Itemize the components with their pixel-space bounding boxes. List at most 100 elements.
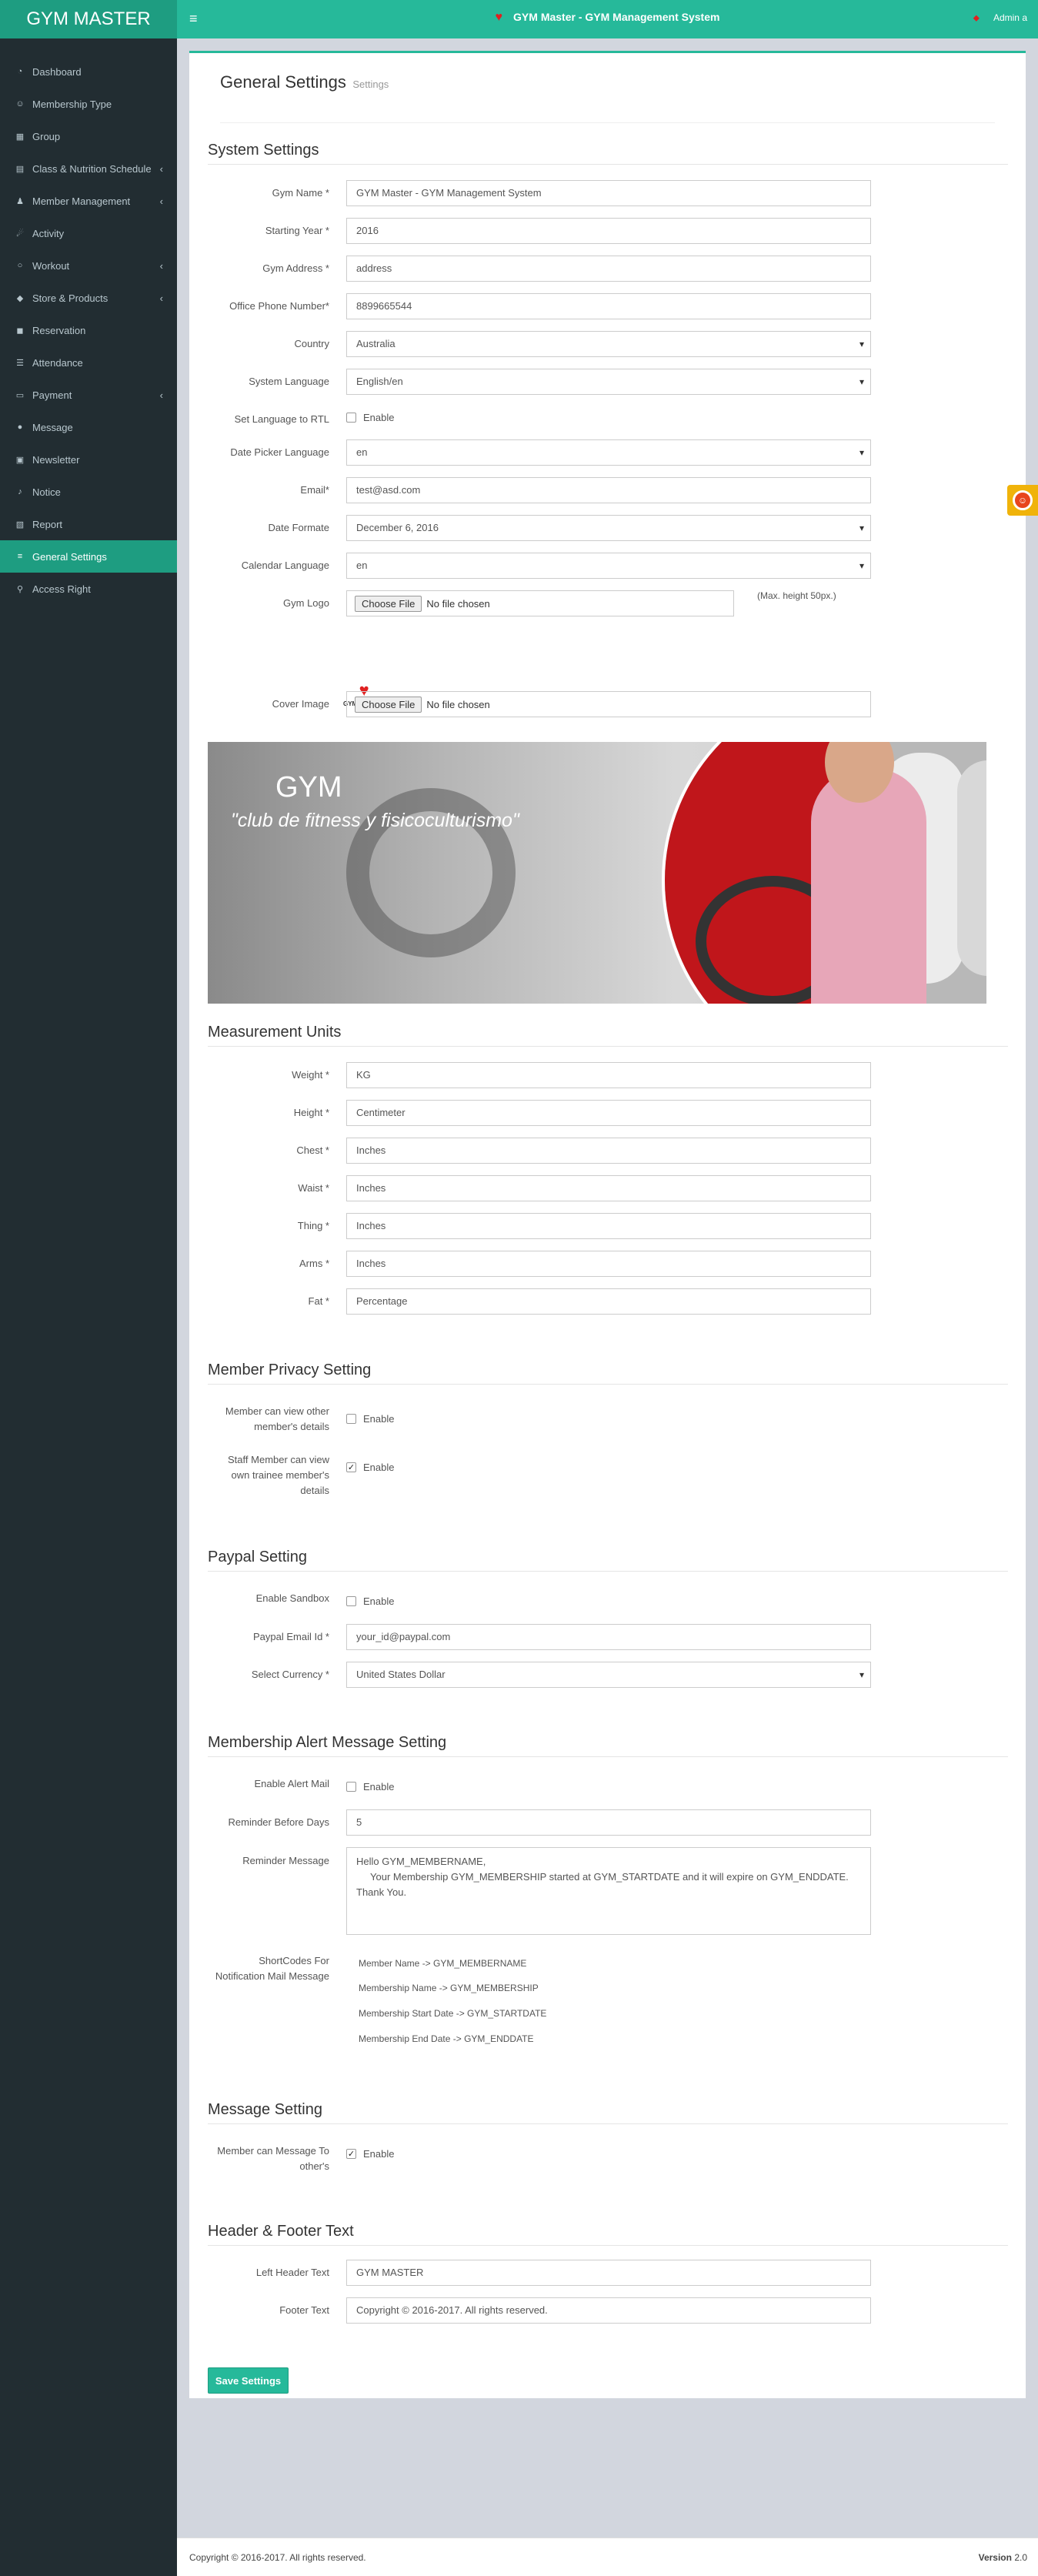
- choose-file-button[interactable]: Choose File: [355, 595, 422, 612]
- sidebar-item-newsletter[interactable]: ▣ Newsletter: [0, 443, 177, 476]
- starting-year-input[interactable]: 2016: [346, 218, 871, 244]
- member-view-checkbox[interactable]: Enable: [346, 1413, 394, 1425]
- sidebar-item-dashboard[interactable]: ◔ Dashboard: [0, 55, 177, 88]
- app-logo[interactable]: GYM MASTER: [0, 0, 177, 38]
- support-widget[interactable]: ☺: [1007, 485, 1038, 516]
- sidebar-item-general-settings[interactable]: ≡ General Settings: [0, 540, 177, 573]
- sidebar-item-label: Workout: [32, 259, 70, 272]
- height-unit-input[interactable]: Centimeter: [346, 1100, 871, 1126]
- checkbox-label: Enable: [363, 412, 395, 423]
- checkbox-unchecked-icon: [346, 1782, 356, 1792]
- chest-label: Chest *: [296, 1144, 329, 1156]
- member-view-label: Member can view other member's details: [225, 1405, 329, 1432]
- staff-view-checkbox[interactable]: ✓ Enable: [346, 1462, 394, 1473]
- shortcode-item: Membership End Date -> GYM_ENDDATE: [359, 2033, 534, 2044]
- save-settings-button[interactable]: Save Settings: [208, 2367, 289, 2394]
- sidebar-item-label: Store & Products: [32, 292, 108, 304]
- system-language-label: System Language: [249, 376, 329, 387]
- sidebar-item-reservation[interactable]: ◼ Reservation: [0, 314, 177, 346]
- datepicker-language-select[interactable]: en: [346, 439, 871, 466]
- alert-mail-label: Enable Alert Mail: [254, 1778, 329, 1789]
- message-line: Hello GYM_MEMBERNAME,: [356, 1856, 486, 1867]
- bell-icon: ♪: [18, 487, 22, 496]
- sidebar-item-store[interactable]: ◆ Store & Products ‹: [0, 282, 177, 314]
- system-language-select[interactable]: English/en: [346, 369, 871, 395]
- checkbox-label: Enable: [363, 1413, 395, 1425]
- sandbox-label: Enable Sandbox: [255, 1592, 329, 1604]
- sidebar-item-activity[interactable]: ☄ Activity: [0, 217, 177, 249]
- sidebar-item-group[interactable]: ▦ Group: [0, 120, 177, 152]
- photo-figure: [957, 760, 986, 976]
- left-header-input[interactable]: GYM MASTER: [346, 2260, 871, 2286]
- user-menu[interactable]: ⬥ Admin a: [973, 12, 1027, 24]
- weight-unit-input[interactable]: KG: [346, 1062, 871, 1088]
- thigh-unit-input[interactable]: Inches: [346, 1213, 871, 1239]
- gym-logo-file-input[interactable]: Choose File No file chosen: [346, 590, 734, 616]
- group-icon: ▦: [15, 132, 25, 142]
- newsletter-icon: ▣: [15, 455, 25, 465]
- arms-unit-input[interactable]: Inches: [346, 1251, 871, 1277]
- reminder-message-textarea[interactable]: Hello GYM_MEMBERNAME, Your Membership GY…: [346, 1847, 871, 1935]
- sidebar-item-label: Membership Type: [32, 98, 112, 110]
- reminder-days-label: Reminder Before Days: [228, 1816, 330, 1828]
- sidebar-item-notice[interactable]: ♪ Notice: [0, 476, 177, 508]
- sidebar-item-attendance[interactable]: ☰ Attendance: [0, 346, 177, 379]
- footer-copyright: Copyright © 2016-2017. All rights reserv…: [189, 2552, 366, 2563]
- calendar-language-select[interactable]: en: [346, 553, 871, 579]
- user-name: Admin a: [993, 12, 1027, 23]
- sidebar-item-label: Notice: [32, 486, 61, 498]
- office-phone-input[interactable]: 8899665544: [346, 293, 871, 319]
- photo-figure: [811, 768, 926, 1004]
- section-member-privacy: Member Privacy Setting: [208, 1362, 1008, 1385]
- no-file-text: No file chosen: [426, 597, 490, 610]
- member-message-label: Member can Message To other's: [217, 2145, 329, 2172]
- member-message-checkbox[interactable]: ✓ Enable: [346, 2148, 394, 2160]
- choose-file-button[interactable]: Choose File: [355, 696, 422, 713]
- currency-select[interactable]: United States Dollar: [346, 1662, 871, 1688]
- banner-tagline: "club de fitness y fisicoculturismo": [231, 810, 519, 831]
- sidebar-item-report[interactable]: ▧ Report: [0, 508, 177, 540]
- cover-image-file-input[interactable]: Choose File No file chosen: [346, 691, 871, 717]
- banner-photo: [662, 742, 986, 1004]
- sidebar-item-payment[interactable]: ▭ Payment ‹: [0, 379, 177, 411]
- message-line: Thank You.: [356, 1886, 407, 1898]
- sidebar-item-membership-type[interactable]: ☺ Membership Type: [0, 88, 177, 120]
- sidebar-item-label: Member Management: [32, 195, 131, 207]
- sandbox-checkbox[interactable]: Enable: [346, 1595, 394, 1607]
- footer-text-input[interactable]: Copyright © 2016-2017. All rights reserv…: [346, 2297, 871, 2324]
- gym-address-input[interactable]: address: [346, 256, 871, 282]
- sidebar-item-class-schedule[interactable]: ▤ Class & Nutrition Schedule ‹: [0, 152, 177, 185]
- sidebar-item-member-management[interactable]: ♟ Member Management ‹: [0, 185, 177, 217]
- waist-unit-input[interactable]: Inches: [346, 1175, 871, 1201]
- starting-year-label: Starting Year *: [265, 225, 329, 236]
- section-message-setting: Message Setting: [208, 2101, 1008, 2124]
- sidebar-item-workout[interactable]: ○ Workout ‹: [0, 249, 177, 282]
- checkbox-label: Enable: [363, 1781, 395, 1793]
- footer-text-label: Footer Text: [279, 2304, 329, 2316]
- footer-version: Version 2.0: [979, 2552, 1027, 2563]
- country-select[interactable]: Australia: [346, 331, 871, 357]
- gym-name-input[interactable]: GYM Master - GYM Management System: [346, 180, 871, 206]
- page-title: General Settings: [220, 72, 346, 92]
- reminder-days-input[interactable]: 5: [346, 1809, 871, 1836]
- gym-address-label: Gym Address *: [262, 262, 329, 274]
- fat-unit-input[interactable]: Percentage: [346, 1288, 871, 1315]
- shortcode-item: Membership Start Date -> GYM_STARTDATE: [359, 2008, 547, 2019]
- section-system-settings: System Settings: [208, 142, 1008, 165]
- waist-label: Waist *: [298, 1182, 329, 1194]
- sidebar-item-message[interactable]: ● Message: [0, 411, 177, 443]
- main-content: General Settings Settings System Setting…: [177, 38, 1038, 2576]
- cover-image-preview: GYM "club de fitness y fisicoculturismo": [208, 742, 986, 1004]
- message-line: Your Membership GYM_MEMBERSHIP started a…: [370, 1871, 849, 1883]
- office-phone-label: Office Phone Number*: [229, 300, 329, 312]
- paypal-email-input[interactable]: your_id@paypal.com: [346, 1624, 871, 1650]
- section-membership-alert: Membership Alert Message Setting: [208, 1734, 1008, 1757]
- alert-mail-checkbox[interactable]: Enable: [346, 1781, 394, 1793]
- sidebar-item-access-right[interactable]: ⚲ Access Right: [0, 573, 177, 605]
- chest-unit-input[interactable]: Inches: [346, 1138, 871, 1164]
- sidebar-item-label: Group: [32, 130, 61, 142]
- rtl-checkbox[interactable]: Enable: [346, 412, 394, 423]
- app-title: ♥ GYM Master - GYM Management System: [177, 11, 1038, 25]
- date-format-select[interactable]: December 6, 2016: [346, 515, 871, 541]
- email-input[interactable]: test@asd.com: [346, 477, 871, 503]
